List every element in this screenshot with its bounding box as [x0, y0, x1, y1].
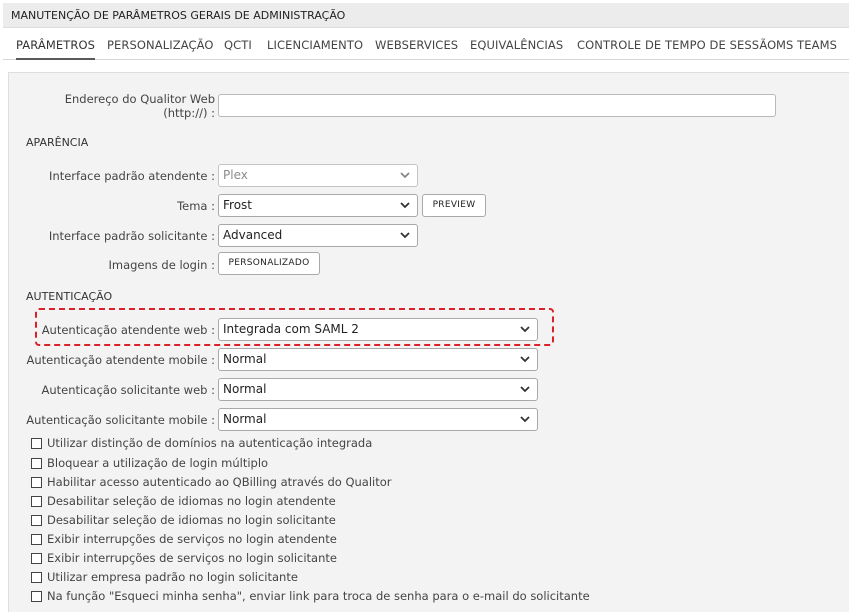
- checkbox[interactable]: [31, 458, 42, 469]
- chevron-down-icon: [400, 202, 410, 209]
- checkbox-label: Desabilitar seleção de idiomas no login …: [47, 494, 336, 508]
- checkbox-label: Utilizar empresa padrão no login solicit…: [47, 570, 298, 584]
- chevron-down-icon: [520, 356, 530, 363]
- preview-button[interactable]: PREVIEW: [422, 194, 486, 217]
- tab-webservices[interactable]: WEBSERVICES: [375, 38, 458, 60]
- tab-parametros[interactable]: PARÂMETROS: [16, 38, 96, 60]
- customize-button[interactable]: PERSONALIZADO: [218, 252, 320, 275]
- tab-ms-teams[interactable]: MS TEAMS: [776, 38, 837, 60]
- interface-attendant-value: Plex: [223, 168, 248, 182]
- theme-value: Frost: [223, 198, 252, 212]
- checkbox-label: Utilizar distinção de domínios na autent…: [47, 436, 373, 450]
- interface-attendant-label: Interface padrão atendente :: [49, 169, 215, 183]
- checkbox[interactable]: [31, 438, 42, 449]
- interface-requester-label: Interface padrão solicitante :: [48, 229, 215, 243]
- attendant-mobile-select[interactable]: Normal: [218, 348, 538, 371]
- address-input[interactable]: [218, 94, 776, 117]
- theme-select[interactable]: Frost: [218, 194, 418, 217]
- requester-mobile-select[interactable]: Normal: [218, 408, 538, 431]
- chevron-down-icon: [520, 416, 530, 423]
- chevron-down-icon: [520, 386, 530, 393]
- requester-web-value: Normal: [223, 382, 267, 396]
- section-appearance: APARÊNCIA: [26, 136, 89, 149]
- theme-label: Tema :: [177, 199, 215, 213]
- checkbox-label: Bloquear a utilização de login múltiplo: [47, 456, 269, 470]
- parameters-panel: Endereço do Qualitor Web (http://) : APA…: [8, 72, 849, 612]
- checkbox[interactable]: [31, 591, 42, 602]
- window-title: MANUTENÇÃO DE PARÂMETROS GERAIS DE ADMIN…: [11, 9, 346, 22]
- interface-requester-select[interactable]: Advanced: [218, 224, 418, 247]
- interface-attendant-select[interactable]: Plex: [218, 164, 418, 187]
- checkbox-label: Exibir interrupções de serviços no login…: [47, 532, 337, 546]
- checkbox[interactable]: [31, 572, 42, 583]
- attendant-mobile-label: Autenticação atendente mobile :: [26, 353, 215, 367]
- interface-requester-value: Advanced: [223, 228, 283, 242]
- checkbox[interactable]: [31, 515, 42, 526]
- checkbox-label: Habilitar acesso autenticado ao QBilling…: [47, 475, 392, 489]
- checkbox-label: Exibir interrupções de serviços no login…: [47, 551, 337, 565]
- tab-personalizacao[interactable]: PERSONALIZAÇÃO: [107, 38, 214, 60]
- checkbox-label: Desabilitar seleção de idiomas no login …: [47, 513, 336, 527]
- address-label-line2: (http://) :: [163, 106, 215, 120]
- tab-equivalencias[interactable]: EQUIVALÊNCIAS: [470, 38, 563, 60]
- requester-mobile-label: Autenticação solicitante mobile :: [26, 413, 215, 427]
- checkbox[interactable]: [31, 553, 42, 564]
- chevron-down-icon: [400, 172, 410, 179]
- login-images-label: Imagens de login :: [108, 258, 215, 272]
- checkbox[interactable]: [31, 477, 42, 488]
- tab-licenciamento[interactable]: LICENCIAMENTO: [267, 38, 363, 60]
- section-authentication: AUTENTICAÇÃO: [26, 290, 113, 303]
- tab-bar: PARÂMETROS PERSONALIZAÇÃO QCTI LICENCIAM…: [3, 33, 849, 60]
- window-title-bar: MANUTENÇÃO DE PARÂMETROS GERAIS DE ADMIN…: [3, 3, 849, 28]
- checkbox-label: Na função "Esqueci minha senha", enviar …: [47, 589, 590, 603]
- tab-qcti[interactable]: QCTI: [224, 38, 252, 60]
- tab-controle-tempo-sessao[interactable]: CONTROLE DE TEMPO DE SESSÃO: [577, 38, 776, 60]
- chevron-down-icon: [520, 326, 530, 333]
- requester-web-select[interactable]: Normal: [218, 378, 538, 401]
- requester-mobile-value: Normal: [223, 412, 267, 426]
- address-label: Endereço do Qualitor Web (http://) :: [65, 92, 215, 120]
- attendant-web-value: Integrada com SAML 2: [223, 322, 359, 336]
- requester-web-label: Autenticação solicitante web :: [41, 383, 216, 397]
- checkbox[interactable]: [31, 534, 42, 545]
- attendant-mobile-value: Normal: [223, 352, 267, 366]
- checkbox[interactable]: [31, 496, 42, 507]
- attendant-web-label: Autenticação atendente web :: [41, 323, 215, 337]
- chevron-down-icon: [400, 232, 410, 239]
- address-label-line1: Endereço do Qualitor Web: [64, 92, 215, 106]
- attendant-web-select[interactable]: Integrada com SAML 2: [218, 318, 538, 341]
